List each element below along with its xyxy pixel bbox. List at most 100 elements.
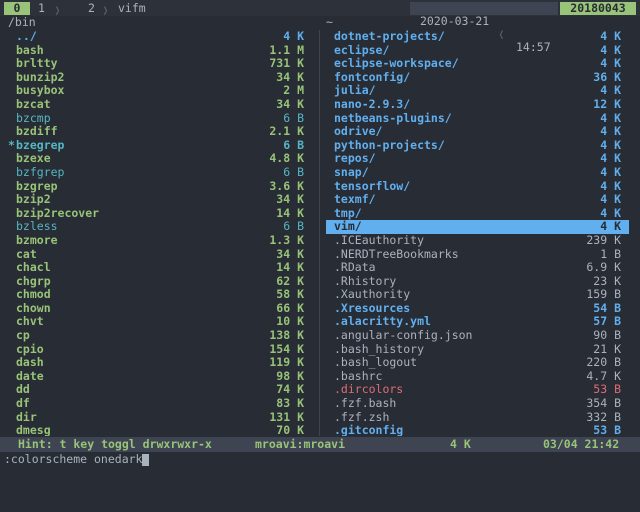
file-row[interactable]: .fzf.bash 354 B (326, 396, 629, 411)
file-size: 70 K (276, 423, 304, 436)
left-file-pane[interactable]: ../4 Kbash 1.1 Mbrltty 731 Kbunzip2 34 Kbus… (8, 30, 312, 436)
file-size: 159 B (586, 287, 621, 302)
file-size: 6 B (283, 137, 304, 152)
file-name: .fzf.bash (334, 396, 397, 411)
file-row[interactable]: eclipse-workspace/4 K (326, 57, 629, 71)
file-row[interactable]: tensorflow/4 K (326, 178, 629, 194)
file-row[interactable]: dmesg 70 K (8, 424, 312, 436)
file-row[interactable]: bunzip2 34 K (8, 70, 312, 85)
file-name: .fzf.zsh (334, 409, 390, 424)
file-row[interactable]: bzexe 4.8 K (8, 152, 312, 166)
file-row[interactable]: ../ 4 K (8, 30, 312, 44)
file-size: 4.8 K (269, 151, 304, 166)
file-row[interactable]: .Xauthority 159 B (326, 288, 629, 302)
file-row[interactable]: .bash_history 21 K (326, 342, 629, 357)
file-row[interactable]: .NERDTreeBookmarks 1 B (326, 246, 629, 262)
file-row[interactable]: eclipse/4 K (326, 43, 629, 58)
file-row[interactable]: chacl 14 K (8, 260, 312, 275)
file-row[interactable]: bzdiff 2.1 K (8, 125, 312, 139)
file-name: tensorflow/ (334, 178, 411, 193)
file-row[interactable]: odrive/4 K (326, 125, 629, 139)
file-size: 138 K (269, 328, 304, 343)
file-name: eclipse-workspace/ (334, 56, 459, 71)
file-size: 14 K (276, 260, 304, 275)
file-size: 66 K (276, 300, 304, 315)
command-line[interactable]: :colorscheme onedark (4, 452, 150, 466)
file-row[interactable]: tmp/4 K (326, 205, 629, 221)
file-row[interactable]: vim/4 K (326, 220, 629, 234)
file-row[interactable]: .ICEauthority 239 K (326, 233, 629, 248)
file-size: 2.1 K (269, 124, 304, 139)
file-row[interactable]: busybox 2 M (8, 84, 312, 98)
file-row[interactable]: .bashrc 4.7 K (326, 369, 629, 384)
file-row[interactable]: bash 1.1 M (8, 42, 312, 58)
file-row[interactable]: bzgrep 3.6 K (8, 179, 312, 194)
file-row[interactable]: dd 74 K (8, 383, 312, 397)
file-size: 10 K (276, 314, 304, 329)
right-file-pane[interactable]: dotnet-projects/4 Keclipse/4 Keclipse-wo… (326, 30, 629, 436)
file-row[interactable]: .gitconfig 53 B (326, 424, 629, 436)
file-row[interactable]: df 83 K (8, 396, 312, 411)
file-row[interactable]: repos/4 K (326, 152, 629, 166)
file-row[interactable]: .bash_logout 220 B (326, 356, 629, 370)
file-row[interactable]: date 98 K (8, 368, 312, 384)
file-name: .alacritty.yml (334, 314, 431, 329)
file-row[interactable]: dir 131 K (8, 409, 312, 425)
file-row[interactable]: dash 119 K (8, 356, 312, 370)
file-name: cp (16, 328, 30, 343)
file-row[interactable]: .angular-config.json 90 B (326, 328, 629, 343)
file-size: 6 B (283, 110, 304, 125)
file-name: date (16, 368, 44, 383)
file-row[interactable]: bzip2recover 14 K (8, 206, 312, 221)
file-row[interactable]: bzcat 34 K (8, 97, 312, 112)
tab-2[interactable]: 2 ❭ vifm (88, 2, 146, 17)
file-row[interactable]: snap/4 K (326, 165, 629, 180)
file-row[interactable]: julia/4 K (326, 84, 629, 98)
file-row[interactable]: brltty 731 K (8, 57, 312, 71)
file-row[interactable]: .RData 6.9 K (326, 260, 629, 275)
file-row[interactable]: nano-2.9.3/12 K (326, 97, 629, 112)
file-row[interactable]: chown 66 K (8, 300, 312, 316)
file-name: dir (16, 409, 37, 424)
file-row[interactable]: dotnet-projects/4 K (326, 30, 629, 44)
file-name: vim/ (334, 219, 362, 234)
file-size: 74 K (276, 382, 304, 397)
file-row[interactable]: netbeans-plugins/4 K (326, 111, 629, 126)
file-row[interactable]: .Xresources 54 B (326, 301, 629, 316)
file-row[interactable]: texmf/4 K (326, 193, 629, 207)
file-size: 6 B (283, 219, 304, 234)
file-row[interactable]: chgrp 62 K (8, 273, 312, 289)
file-row[interactable]: bzip2 34 K (8, 193, 312, 207)
file-size: 62 K (276, 273, 304, 288)
file-name: df (16, 396, 30, 411)
file-row[interactable]: python-projects/4 K (326, 138, 629, 153)
file-row[interactable]: bzmore 1.3 K (8, 233, 312, 248)
file-row[interactable]: cat 34 K (8, 247, 312, 262)
file-row[interactable]: .dircolors 53 B (326, 383, 629, 397)
right-pane-path: ~ (326, 15, 333, 29)
file-name: tmp/ (334, 205, 362, 220)
tab-bar: 0 1 ❭ 2 ❭ vifm 2020-03-21 ❬ 14:57 20180043 (0, 0, 640, 54)
file-row[interactable]: .Rhistory 23 K (326, 274, 629, 289)
tab-0[interactable]: 0 (4, 2, 30, 15)
file-size: 1 B (600, 246, 621, 261)
file-row[interactable]: cp 138 K (8, 328, 312, 343)
file-row[interactable]: * bzegrep 6 B (8, 137, 312, 153)
file-size: 36 K (593, 69, 621, 84)
tab-1[interactable]: 1 ❭ (38, 2, 61, 17)
file-row[interactable]: .alacritty.yml 57 B (326, 315, 629, 329)
file-row[interactable]: cpio 154 K (8, 342, 312, 357)
file-size: 34 K (276, 192, 304, 207)
file-row[interactable]: fontconfig/36 K (326, 69, 629, 85)
file-name: bash (16, 42, 44, 57)
file-size: 57 B (593, 314, 621, 329)
file-row[interactable]: bzfgrep 6 B (8, 165, 312, 180)
file-name: busybox (16, 83, 65, 98)
file-row[interactable]: chvt 10 K (8, 315, 312, 329)
file-row[interactable]: chmod 58 K (8, 288, 312, 302)
status-hint: Hint: t key toggl drwxrwxr-x (18, 437, 212, 451)
file-row[interactable]: bzless 6 B (8, 220, 312, 234)
file-row[interactable]: .fzf.zsh 332 B (326, 409, 629, 425)
file-size: 4 K (283, 30, 304, 43)
file-row[interactable]: bzcmp 6 B (8, 110, 312, 126)
